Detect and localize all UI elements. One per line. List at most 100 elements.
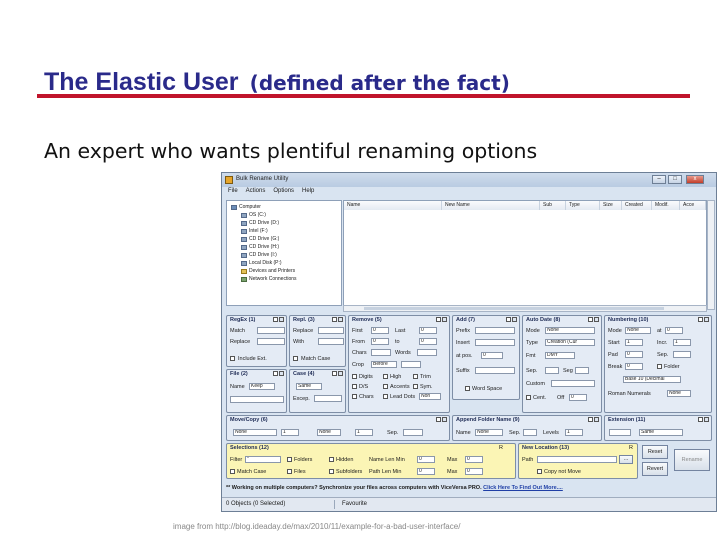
copy-not-move-checkbox[interactable] — [537, 469, 542, 474]
reset-panel-button[interactable] — [594, 417, 599, 422]
name-len-max-input[interactable]: 0 — [465, 456, 483, 463]
tree-item[interactable]: CD Drive (H:) — [241, 243, 279, 251]
remove-last-input[interactable]: 0 — [419, 327, 437, 334]
match-case-checkbox[interactable] — [293, 356, 298, 361]
high-checkbox[interactable] — [383, 374, 388, 379]
remove-first-input[interactable]: 0 — [371, 327, 389, 334]
numbering-type-select[interactable]: Base 10 (Decimal — [623, 376, 681, 383]
status-favourite[interactable]: Favourite — [342, 501, 367, 507]
match-case-checkbox[interactable] — [230, 469, 235, 474]
reset-panel-button[interactable] — [704, 317, 709, 322]
hidden-checkbox[interactable] — [329, 457, 334, 462]
file-name-select[interactable]: Keep — [249, 383, 275, 390]
increment-input[interactable]: 1 — [673, 339, 691, 346]
remove-words-input[interactable] — [417, 349, 437, 356]
menu-file[interactable]: File — [228, 188, 238, 198]
lead-dots-checkbox[interactable] — [383, 394, 388, 399]
reset-panel-button[interactable] — [442, 417, 447, 422]
menu-options[interactable]: Options — [273, 188, 294, 198]
tree-item[interactable]: Local Disk (P:) — [241, 259, 282, 267]
move-mode-select[interactable]: None — [233, 429, 277, 436]
replace-input[interactable] — [318, 327, 344, 334]
panel-enable-checkbox[interactable] — [698, 417, 703, 422]
reset-panel-button[interactable]: R — [499, 445, 503, 451]
tree-item[interactable]: Devices and Printers — [241, 267, 295, 275]
column-header-type[interactable]: Type — [566, 201, 600, 210]
remove-from-input[interactable]: 0 — [371, 338, 389, 345]
date-custom-input[interactable] — [551, 380, 595, 387]
regex-match-input[interactable] — [257, 327, 285, 334]
tree-item[interactable]: CD Drive (D:) — [241, 219, 279, 227]
crop-select[interactable]: Before — [371, 361, 397, 368]
reset-panel-button[interactable] — [512, 317, 517, 322]
window-titlebar[interactable]: Bulk Rename Utility – □ x — [222, 173, 716, 187]
files-checkbox[interactable] — [287, 469, 292, 474]
with-input[interactable] — [318, 338, 344, 345]
cent-checkbox[interactable] — [526, 395, 531, 400]
scroll-thumb[interactable] — [364, 307, 664, 310]
reset-panel-button[interactable] — [279, 317, 284, 322]
filter-input[interactable]: * — [245, 456, 281, 463]
path-len-min-input[interactable]: 0 — [417, 468, 435, 475]
break-input[interactable]: 0 — [625, 363, 643, 370]
remove-chars-input[interactable] — [371, 349, 391, 356]
move-sep-input[interactable] — [403, 429, 423, 436]
word-space-checkbox[interactable] — [465, 386, 470, 391]
trim-checkbox[interactable] — [413, 374, 418, 379]
roman-numerals-select[interactable]: None — [667, 390, 691, 397]
reset-panel-button[interactable] — [338, 317, 343, 322]
tree-item[interactable]: CD Drive (G:) — [241, 235, 279, 243]
date-offset-input[interactable]: 0 — [569, 394, 587, 401]
date-format-select[interactable]: DMY — [545, 352, 575, 359]
suffix-input[interactable] — [475, 367, 515, 374]
browse-button[interactable]: ... — [619, 455, 633, 464]
horizontal-scrollbar[interactable] — [343, 305, 707, 312]
regex-replace-input[interactable] — [257, 338, 285, 345]
panel-enable-checkbox[interactable] — [588, 417, 593, 422]
folder-tree[interactable]: Computer OS (C:) CD Drive (D:) Intel (F:… — [226, 200, 342, 306]
case-select[interactable]: Same — [296, 383, 322, 390]
move-target-count-input[interactable]: 1 — [355, 429, 373, 436]
reset-panel-button[interactable] — [338, 371, 343, 376]
date-mode-select[interactable]: None — [545, 327, 595, 334]
reset-panel-button[interactable] — [279, 371, 284, 376]
date-sep-input[interactable] — [545, 367, 559, 374]
menu-actions[interactable]: Actions — [246, 188, 266, 198]
tree-item[interactable]: OS (C:) — [241, 211, 266, 219]
tree-item[interactable]: CD Drive (I:) — [241, 251, 277, 259]
column-header-modified[interactable]: Modif. — [652, 201, 680, 210]
panel-enable-checkbox[interactable] — [698, 317, 703, 322]
promo-link[interactable]: Click Here To Find Out More.... — [483, 485, 563, 491]
ds-checkbox[interactable] — [352, 384, 357, 389]
panel-enable-checkbox[interactable] — [332, 371, 337, 376]
pad-input[interactable]: 0 — [625, 351, 643, 358]
insert-input[interactable] — [475, 339, 515, 346]
include-ext-checkbox[interactable] — [230, 356, 235, 361]
minimize-button[interactable]: – — [652, 175, 666, 184]
move-count-input[interactable]: 1 — [281, 429, 299, 436]
subfolders-checkbox[interactable] — [329, 469, 334, 474]
column-header-created[interactable]: Created — [622, 201, 652, 210]
prefix-input[interactable] — [475, 327, 515, 334]
column-header-size[interactable]: Size — [600, 201, 622, 210]
extension-select[interactable]: Same — [639, 429, 683, 436]
chars-checkbox[interactable] — [352, 394, 357, 399]
folders-checkbox[interactable] — [287, 457, 292, 462]
path-len-max-input[interactable]: 0 — [465, 468, 483, 475]
crop-input[interactable] — [401, 361, 421, 368]
panel-enable-checkbox[interactable] — [436, 317, 441, 322]
column-header-name[interactable]: Name — [344, 201, 442, 210]
rename-button[interactable]: Rename — [674, 449, 710, 471]
reset-panel-button[interactable] — [594, 317, 599, 322]
new-location-path-input[interactable] — [537, 456, 617, 463]
numbering-at-input[interactable]: 0 — [665, 327, 683, 334]
extension-input[interactable] — [609, 429, 631, 436]
accents-checkbox[interactable] — [383, 384, 388, 389]
append-levels-input[interactable]: 1 — [565, 429, 583, 436]
tree-item[interactable]: Computer — [231, 203, 261, 211]
folder-checkbox[interactable] — [657, 364, 662, 369]
panel-enable-checkbox[interactable] — [436, 417, 441, 422]
panel-enable-checkbox[interactable] — [332, 317, 337, 322]
column-header-sub[interactable]: Sub — [540, 201, 566, 210]
close-button[interactable]: x — [686, 175, 704, 184]
